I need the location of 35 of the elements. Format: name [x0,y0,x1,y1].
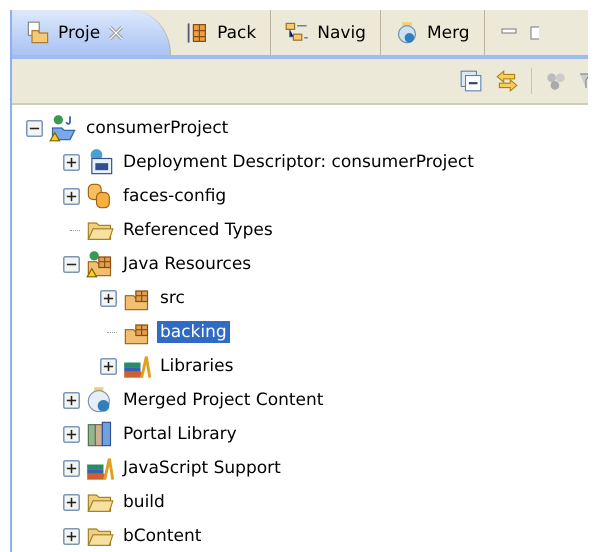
collapse-toggle[interactable] [63,256,80,272]
tree-item[interactable]: faces-config [120,185,230,207]
tree-item[interactable]: Java Resources [120,253,254,275]
tree-item[interactable]: JavaScript Support [120,457,284,479]
tree-item[interactable]: Referenced Types [120,219,276,241]
expand-toggle[interactable] [63,460,80,476]
sync-arrows-icon[interactable] [495,69,519,93]
view-tab[interactable]: Pack [171,10,272,55]
tree-item[interactable]: build [120,491,168,513]
folder-icon [26,20,50,44]
package-folder-icon [86,250,114,278]
tree-item[interactable]: consumerProject [83,117,232,139]
expand-toggle[interactable] [100,358,117,374]
view-tab[interactable]: Proje [12,10,172,55]
expand-toggle[interactable] [63,494,80,510]
tree-item[interactable]: Portal Library [120,423,240,445]
tree-item[interactable]: Deployment Descriptor: consumerProject [120,151,477,173]
expand-toggle[interactable] [100,290,117,306]
tree-item[interactable]: src [157,287,188,309]
project-icon [49,114,77,142]
expand-toggle[interactable] [63,426,80,442]
close-icon[interactable] [108,24,124,40]
expand-toggle[interactable] [63,154,80,170]
expand-toggle[interactable] [63,392,80,408]
collapse-all-icon[interactable] [459,69,483,93]
tree-item[interactable]: Merged Project Content [120,389,326,411]
expand-toggle[interactable] [63,528,80,544]
view-tab[interactable]: Navig [271,10,381,55]
tree-item[interactable]: backing [157,321,230,343]
books-icon [86,420,114,448]
collapse-toggle[interactable] [26,120,43,136]
tree-item[interactable]: bContent [120,525,204,547]
expand-toggle[interactable] [63,188,80,204]
tree-item[interactable]: Libraries [157,355,236,377]
view-tab[interactable]: Merg [380,10,485,55]
